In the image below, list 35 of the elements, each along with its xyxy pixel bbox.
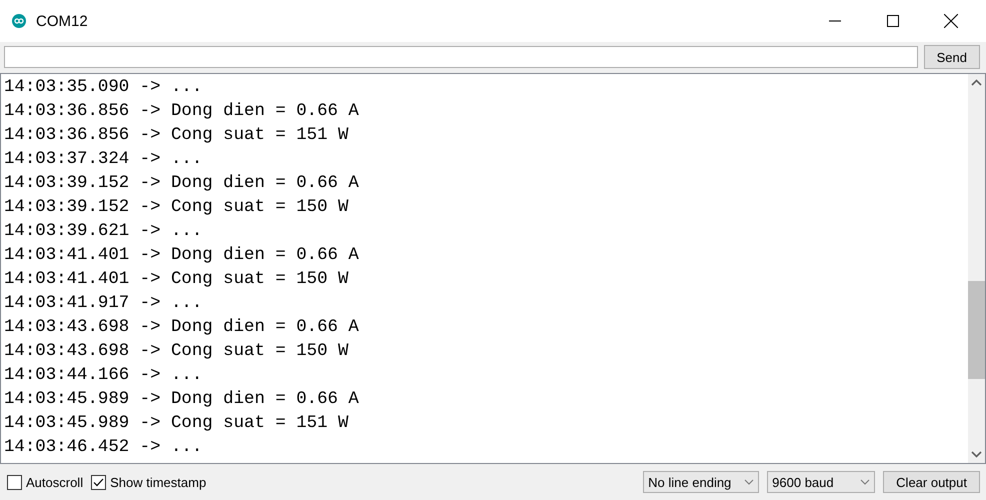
output-line: 14:03:41.917 -> ...	[4, 293, 204, 315]
output-line: 14:03:41.401 -> Cong suat = 150 W	[4, 269, 350, 291]
maximize-icon	[887, 15, 899, 27]
output-line: 14:03:43.698 -> Cong suat = 150 W	[4, 341, 350, 363]
output-line: 14:03:44.166 -> ...	[4, 365, 204, 387]
output-line: 14:03:39.152 -> Dong dien = 0.66 A	[4, 173, 360, 195]
caret-icon	[744, 479, 754, 485]
output-line: 14:03:45.989 -> Cong suat = 151 W	[4, 413, 350, 435]
line-ending-dropdown[interactable]: No line ending	[643, 471, 760, 493]
checkbox[interactable]	[91, 474, 106, 490]
checkbox[interactable]	[7, 474, 22, 490]
scrollbar[interactable]	[968, 74, 985, 463]
output-line: 14:03:43.698 -> Dong dien = 0.66 A	[4, 317, 360, 339]
output-line: 14:03:41.401 -> Dong dien = 0.66 A	[4, 245, 360, 267]
output-line: 14:03:45.989 -> Dong dien = 0.66 A	[4, 389, 360, 411]
app-logo-icon	[12, 14, 26, 28]
send-button[interactable]: Send	[924, 45, 980, 69]
output-line: 14:03:39.152 -> Cong suat = 150 W	[4, 197, 350, 219]
message-input-field[interactable]	[4, 46, 918, 68]
scrollbar-thumb[interactable]	[968, 281, 985, 379]
output-line: 14:03:36.856 -> Dong dien = 0.66 A	[4, 101, 360, 123]
scroll-down-icon[interactable]	[971, 451, 982, 458]
output-line: 14:03:35.090 -> ...	[4, 77, 204, 99]
output-line: 14:03:36.856 -> Cong suat = 151 W	[4, 125, 350, 147]
baud-rate-dropdown[interactable]: 9600 baud	[767, 471, 876, 493]
window-title: COM12	[36, 12, 89, 30]
scroll-up-icon[interactable]	[971, 79, 982, 86]
checkbox-label: Show timestamp	[110, 474, 206, 490]
caret-icon	[860, 479, 870, 485]
checkbox-label: Autoscroll	[26, 474, 84, 490]
close-icon	[944, 14, 958, 28]
clear-output-button[interactable]: Clear output	[883, 471, 980, 493]
output-line: 14:03:37.324 -> ...	[4, 149, 204, 171]
output-line: 14:03:46.452 -> ...	[4, 437, 204, 459]
output-line: 14:03:39.621 -> ...	[4, 221, 204, 243]
